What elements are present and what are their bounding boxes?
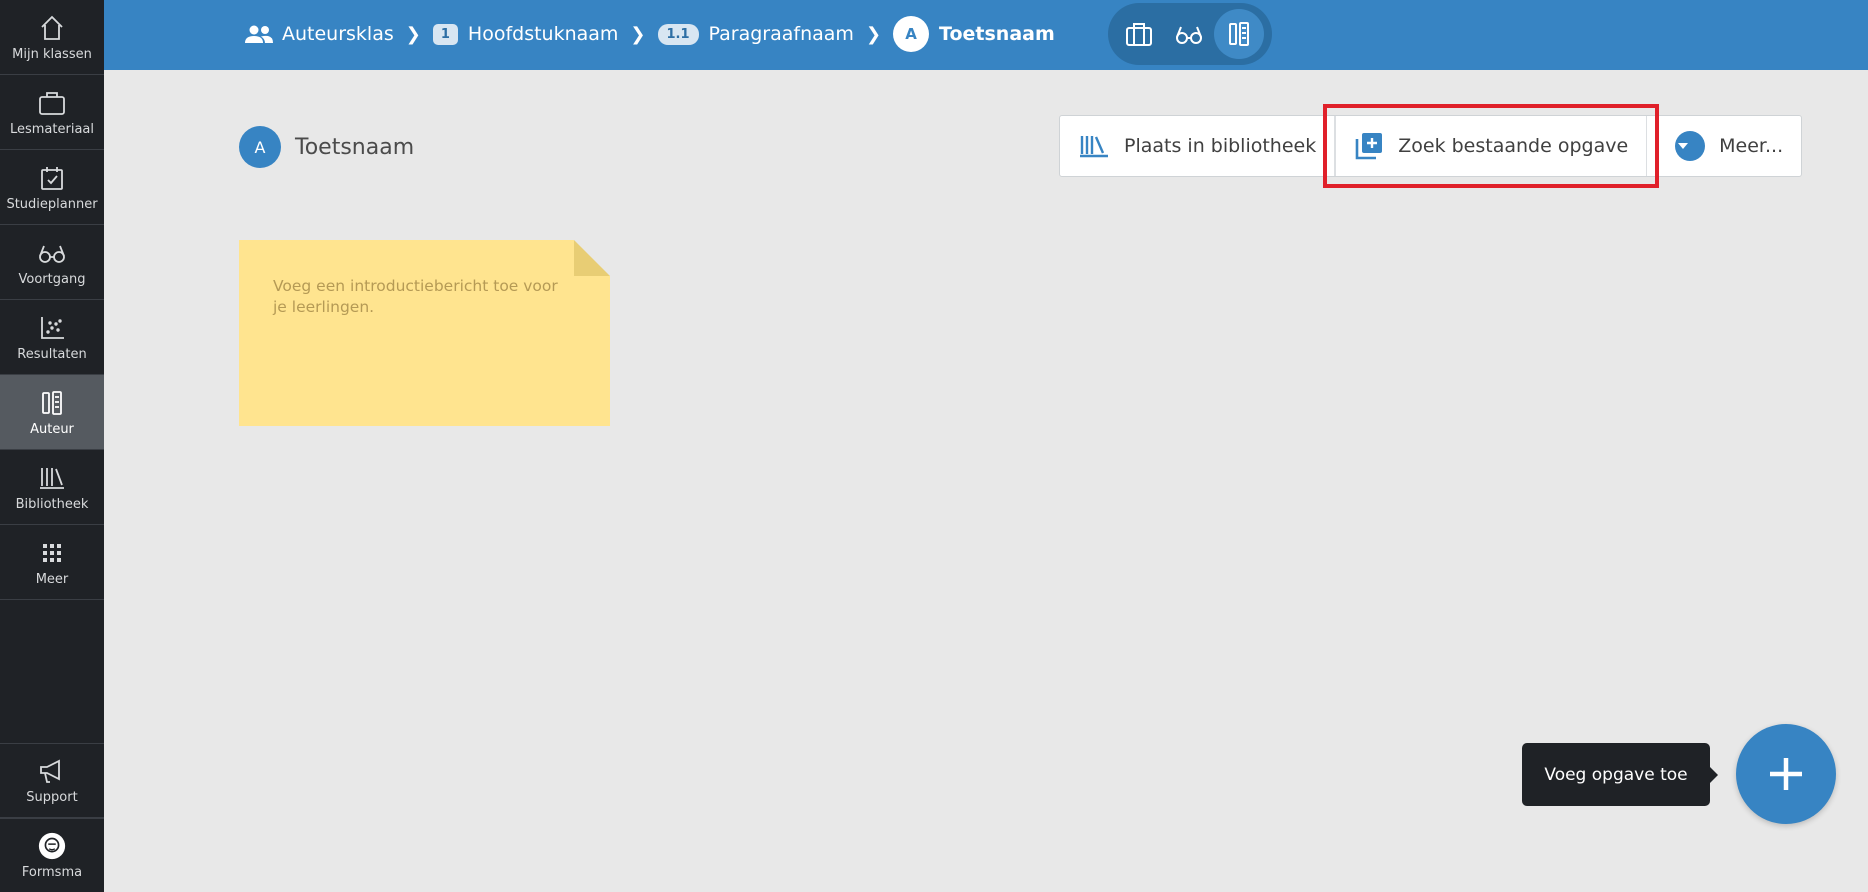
breadcrumb-test[interactable]: A Toetsnaam	[893, 16, 1055, 52]
sidebar-item-lesmateriaal[interactable]: Lesmateriaal	[0, 75, 104, 150]
sidebar-item-studieplanner[interactable]: Studieplanner	[0, 150, 104, 225]
sidebar-item-profile[interactable]: Formsma	[0, 818, 104, 892]
sidebar-item-support[interactable]: Support	[0, 743, 104, 818]
home-icon	[37, 13, 67, 43]
sidebar-item-label: Mijn klassen	[12, 46, 92, 62]
scatter-chart-icon	[37, 313, 67, 343]
mode-switch	[1108, 3, 1272, 65]
test-badge: A	[893, 16, 930, 52]
sidebar: Mijn klassen Lesmateriaal Studieplanner …	[0, 0, 104, 892]
user-avatar-icon	[37, 831, 67, 861]
author-tools-icon	[1226, 20, 1252, 48]
breadcrumb: Auteursklas ❯ 1 Hoofdstuknaam ❯ 1.1 Para…	[244, 0, 1055, 68]
sidebar-item-label: Formsma	[21, 865, 83, 880]
breadcrumb-chapter[interactable]: 1 Hoofdstuknaam	[432, 23, 619, 45]
page-title[interactable]: Toetsnaam	[295, 135, 414, 160]
sidebar-item-meer[interactable]: Meer	[0, 525, 104, 600]
sidebar-item-label: Support	[26, 790, 78, 805]
search-existing-question-button[interactable]: Zoek bestaande opgave	[1323, 104, 1660, 188]
place-in-library-button[interactable]: Plaats in bibliotheek	[1060, 116, 1336, 176]
sidebar-item-label: Resultaten	[17, 346, 87, 362]
chevron-right-icon: ❯	[630, 23, 646, 45]
chapter-number-badge: 1	[432, 23, 458, 45]
test-badge: A	[239, 126, 281, 168]
action-toolbar: Plaats in bibliotheek Zoek bestaande opg…	[1059, 104, 1803, 188]
sidebar-item-bibliotheek[interactable]: Bibliotheek	[0, 450, 104, 525]
sidebar-item-label: Meer	[35, 571, 69, 587]
breadcrumb-section[interactable]: 1.1 Paragraafnaam	[657, 23, 854, 45]
breadcrumb-chapter-label: Hoofdstuknaam	[467, 23, 619, 45]
chevron-right-icon: ❯	[865, 23, 882, 45]
add-question-tooltip: Voeg opgave toe	[1522, 743, 1718, 806]
mode-lesmateriaal-button[interactable]	[1114, 9, 1164, 59]
note-fold	[574, 240, 610, 276]
sidebar-item-resultaten[interactable]: Resultaten	[0, 300, 104, 375]
glasses-icon	[37, 238, 67, 268]
mode-auteur-button[interactable]	[1214, 9, 1264, 59]
chevron-down-icon	[1675, 131, 1706, 161]
plus-icon	[1766, 754, 1806, 794]
people-icon	[244, 23, 274, 45]
search-existing-question-label: Zoek bestaande opgave	[1398, 135, 1629, 157]
breadcrumb-test-label: Toetsnaam	[939, 23, 1055, 45]
breadcrumb-class[interactable]: Auteursklas	[244, 23, 394, 45]
breadcrumb-section-label: Paragraafnaam	[708, 23, 854, 45]
sidebar-item-label: Lesmateriaal	[9, 121, 94, 137]
more-label: Meer...	[1719, 135, 1784, 157]
glasses-icon	[1174, 22, 1204, 46]
briefcase-icon	[37, 88, 67, 118]
intro-message-placeholder: Voeg een introductiebericht toe voor je …	[273, 277, 558, 316]
place-in-library-label: Plaats in bibliotheek	[1124, 135, 1317, 157]
chevron-right-icon: ❯	[405, 23, 421, 45]
mode-voortgang-button[interactable]	[1164, 9, 1214, 59]
add-question-button[interactable]	[1736, 724, 1836, 824]
page-header: A Toetsnaam	[239, 126, 414, 168]
briefcase-icon	[1124, 20, 1154, 48]
sidebar-item-mijn-klassen[interactable]: Mijn klassen	[0, 0, 104, 75]
top-bar: Auteursklas ❯ 1 Hoofdstuknaam ❯ 1.1 Para…	[104, 0, 1868, 70]
megaphone-icon	[37, 756, 67, 786]
author-tools-icon	[37, 388, 67, 418]
sidebar-item-label: Bibliotheek	[15, 496, 89, 512]
sidebar-item-auteur[interactable]: Auteur	[0, 375, 104, 450]
library-icon	[37, 463, 67, 493]
sidebar-item-label: Studieplanner	[6, 196, 98, 212]
more-button[interactable]: Meer...	[1657, 116, 1801, 176]
library-icon	[1078, 133, 1124, 159]
calendar-check-icon	[37, 163, 67, 193]
section-number-badge: 1.1	[657, 23, 699, 45]
grid-icon	[37, 538, 67, 568]
add-copy-icon	[1354, 131, 1398, 161]
sidebar-item-label: Auteur	[30, 421, 74, 437]
sidebar-item-voortgang[interactable]: Voortgang	[0, 225, 104, 300]
sidebar-item-label: Voortgang	[18, 271, 86, 287]
breadcrumb-class-label: Auteursklas	[282, 23, 394, 45]
intro-message-note[interactable]: Voeg een introductiebericht toe voor je …	[239, 240, 610, 426]
